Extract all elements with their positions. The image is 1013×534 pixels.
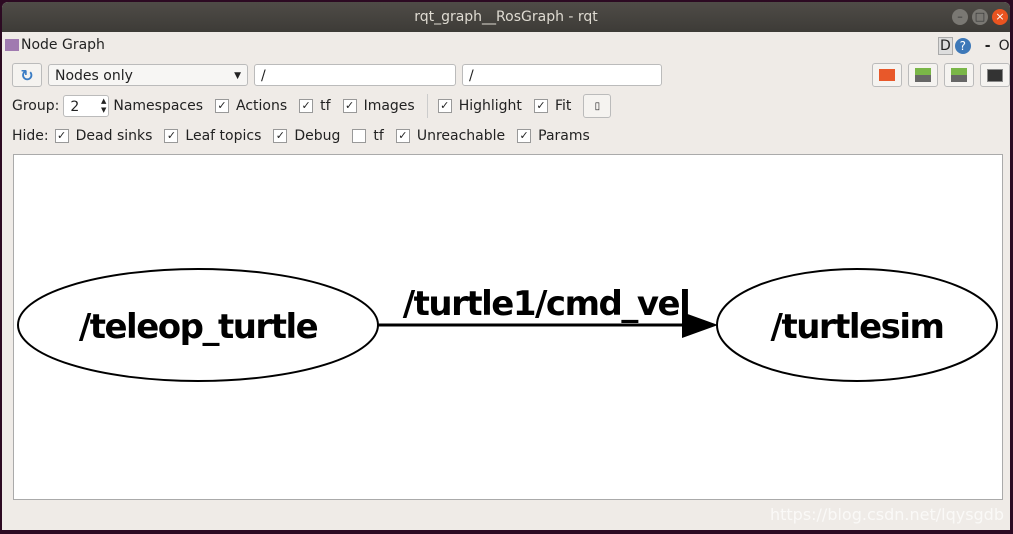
dead-sinks-label: Dead sinks: [75, 128, 153, 144]
separator: [426, 94, 428, 118]
images-label: Images: [363, 98, 415, 114]
highlight-checkbox[interactable]: ✓: [437, 99, 452, 113]
fit-icon: ▯: [594, 100, 601, 112]
tf-label: tf: [320, 98, 331, 114]
images-checkbox[interactable]: ✓: [342, 99, 357, 113]
tf-checkbox[interactable]: ✓: [299, 99, 314, 113]
node-label: /teleop_turtle: [79, 307, 318, 347]
graph-canvas[interactable]: /teleop_turtle /turtle1/cmd_vel /turtles…: [13, 154, 1003, 500]
chevron-down-icon: ▼: [234, 71, 241, 81]
hide-tf-label: tf: [373, 128, 384, 144]
graph-mode-select[interactable]: Nodes only ▼: [48, 64, 248, 86]
rqt-window: rqt_graph__RosGraph - rqt – □ × Node Gra…: [2, 2, 1010, 530]
node-filter-input[interactable]: /: [254, 64, 456, 86]
hide-tf-checkbox[interactable]: [352, 129, 367, 143]
highlight-label: Highlight: [458, 98, 522, 114]
plugin-title: Node Graph: [21, 37, 105, 53]
title-bar: rqt_graph__RosGraph - rqt – □ ×: [2, 2, 1010, 32]
group-label: Group:: [12, 98, 60, 114]
node-label: /turtlesim: [771, 307, 944, 347]
edge-label[interactable]: /turtle1/cmd_vel: [403, 284, 691, 324]
close-button[interactable]: ×: [992, 9, 1008, 25]
topic-filter-input[interactable]: /: [462, 64, 662, 86]
maximize-button[interactable]: □: [972, 9, 988, 25]
refresh-button[interactable]: ↻: [12, 63, 42, 87]
image-icon: [987, 68, 1003, 82]
spin-arrows-icon[interactable]: ▲ ▼: [101, 97, 106, 115]
dead-sinks-checkbox[interactable]: ✓: [54, 129, 69, 143]
folder-icon: [879, 69, 895, 81]
debug-label: Debug: [294, 128, 341, 144]
watermark: https://blog.csdn.net/lqysgdb: [769, 505, 1004, 524]
close-plugin-button[interactable]: O: [999, 38, 1010, 54]
save-svg-button[interactable]: [944, 63, 974, 87]
params-checkbox[interactable]: ✓: [517, 129, 532, 143]
save-icon: [915, 68, 931, 82]
help-icon[interactable]: ?: [954, 38, 971, 54]
fit-checkbox[interactable]: ✓: [533, 99, 548, 113]
window-title: rqt_graph__RosGraph - rqt: [414, 9, 598, 25]
unreachable-label: Unreachable: [416, 128, 506, 144]
unreachable-checkbox[interactable]: ✓: [395, 129, 410, 143]
load-dot-button[interactable]: [872, 63, 902, 87]
params-label: Params: [538, 128, 590, 144]
d-button[interactable]: D: [938, 37, 953, 55]
save-image-button[interactable]: [980, 63, 1010, 87]
minimize-plugin-button[interactable]: -: [985, 38, 991, 54]
group-spinbox[interactable]: 2 ▲ ▼: [63, 95, 110, 117]
leaf-topics-checkbox[interactable]: ✓: [164, 129, 179, 143]
debug-checkbox[interactable]: ✓: [273, 129, 288, 143]
fit-in-view-button[interactable]: ▯: [583, 94, 612, 118]
refresh-icon: ↻: [20, 65, 34, 85]
actions-checkbox[interactable]: ✓: [215, 99, 230, 113]
save-icon: [951, 68, 967, 82]
leaf-topics-label: Leaf topics: [185, 128, 262, 144]
save-dot-button[interactable]: [908, 63, 938, 87]
hide-label: Hide:: [12, 128, 49, 144]
namespaces-label[interactable]: Namespaces: [113, 98, 203, 114]
actions-label: Actions: [236, 98, 288, 114]
fit-label: Fit: [554, 98, 572, 114]
minimize-button[interactable]: –: [952, 9, 968, 25]
node-graph-icon: [5, 39, 19, 51]
